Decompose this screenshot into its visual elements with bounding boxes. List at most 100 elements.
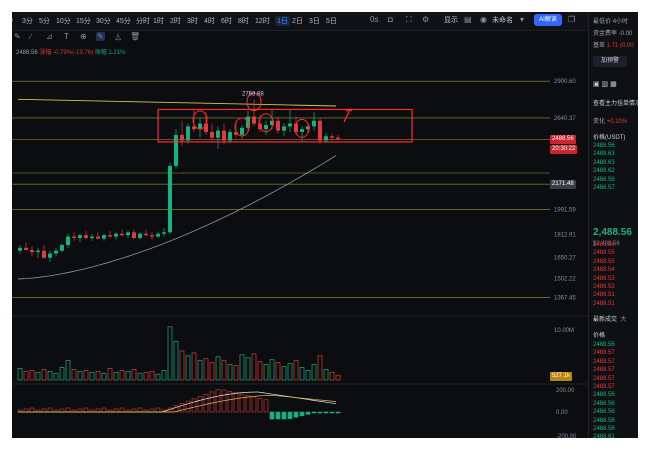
candle-body [120,233,124,236]
ask-price: 2488.63 [593,159,615,166]
macd-histogram-bar [299,411,305,417]
volume-bar [191,352,197,381]
macd-histogram-bar [311,411,317,414]
trade-price: 2488.57 [593,384,615,390]
trash-icon[interactable]: 🗑 [130,32,140,41]
timeframe-4[interactable]: 30分 [96,16,111,26]
trades-tab-latest[interactable]: 最新成交 [593,317,617,323]
timeframe-7[interactable]: 1时 [153,16,164,26]
window-icon[interactable]: ❒ [568,15,575,24]
volume-bar [143,371,149,381]
volume-bar [329,371,335,381]
display-menu[interactable]: 显示 [444,15,458,25]
candle-body [336,137,340,140]
macd-axis-label: -200.00 [556,434,577,438]
ask-price: 2488.56 [593,143,615,149]
candle-body [240,127,244,135]
volume-bar [299,367,305,381]
add-alert-button[interactable]: 加预警 [593,56,627,67]
ask-price: 2488.63 [593,151,615,158]
price-axis-label: 2900.60 [554,79,576,85]
measure-icon[interactable]: ⊕ [80,32,87,41]
macd-histogram-bar [131,408,137,413]
volume-bar [77,370,83,381]
timeframe-15[interactable]: 2日 [292,16,303,26]
layout-name[interactable]: 未命名 [492,15,513,25]
camera-icon[interactable]: ◘ [388,15,393,24]
ruler-icon[interactable]: ⊿ [46,32,53,41]
orderbook-title[interactable]: 查看主力挂单情况 [593,98,638,107]
info-amplitude: 振幅 1.21% [94,50,126,56]
bid-price: 2488.56 [593,242,615,248]
trade-price: 2488.61 [593,434,615,438]
candlestick-chart[interactable]: 2900.60 2640.37 2171.48 1991.59 1812.91 1650.… [12,60,588,438]
view-icon[interactable]: ◉ [480,15,487,24]
bid-price: 2488.51 [593,300,615,307]
chevron-down-icon[interactable]: ▾ [520,15,524,24]
candle-body [156,233,160,237]
volume-bar [113,371,119,381]
candle-body [180,134,184,141]
candle-body [84,235,88,238]
timeframe-8[interactable]: 2时 [170,16,181,26]
candle-body [168,165,172,233]
volume-bar [305,369,311,381]
candle-body [150,235,154,237]
macd-histogram-bar [305,411,311,415]
candle-body [18,247,22,251]
candle-body [216,130,220,138]
price-axis-label: 1812.91 [554,233,576,239]
timeframe-6[interactable]: 分时 [136,16,150,26]
macd-histogram-bar [197,396,203,413]
bid-price: 2488.53 [593,275,615,282]
macd-dif-line [18,391,337,413]
timeframe-0[interactable]: 3分 [22,16,33,26]
timeframe-1[interactable]: 5分 [39,16,50,26]
ask-price: 2488.57 [593,185,615,191]
candle-body [102,235,106,239]
info-change: 涨幅 -0.79% [39,50,73,56]
text-tool-icon[interactable]: T [64,32,69,41]
trade-price: 2488.56 [593,342,615,348]
volume-bar [317,355,323,381]
macd-histogram-bar [209,391,215,413]
candle-body [186,126,190,141]
timeframe-11[interactable]: 6时 [221,16,232,26]
sidebar-tab-icons[interactable]: ▣ ▥ ▦ [593,80,617,88]
trade-price: 2488.57 [593,375,615,382]
drawing-toolbar: ✎ ∕ ⊿ T ⊕ ✎ ⏃ 🗑 [12,31,588,45]
timeframe-5[interactable]: 45分 [116,16,131,26]
candle-body [162,232,166,234]
pencil-icon[interactable]: ✎ [14,32,21,41]
fullscreen-icon[interactable]: ⛶ [406,15,412,25]
timeframe-2[interactable]: 10分 [56,16,71,26]
crosshair-price-tag: 2171.48 [550,180,576,190]
timeframe-17[interactable]: 5日 [326,16,337,26]
collapse-icon[interactable]: ͽ [12,15,13,24]
volume-bar [203,358,209,381]
macd-histogram-bar [119,407,125,413]
macd-histogram-bar [95,408,101,413]
timeframe-14[interactable]: 1日 [275,16,290,26]
line-tool-icon[interactable]: ∕ [30,32,31,41]
magnet-icon[interactable]: ✎ [96,32,105,41]
layout-icon[interactable]: ▤ [464,15,472,24]
candle-body [36,250,40,253]
timeframe-12[interactable]: 8时 [238,16,249,26]
timeframe-3[interactable]: 15分 [76,16,91,26]
macd-histogram-bar [65,407,71,413]
macd-histogram-bar [29,407,35,413]
macd-histogram-bar [83,407,89,413]
timeframe-16[interactable]: 3日 [309,16,320,26]
timeframe-9[interactable]: 3时 [187,16,198,26]
timeframe-13[interactable]: 12时 [255,16,270,26]
trades-tab-large[interactable]: 大 [620,317,626,323]
ai-analysis-button[interactable]: AI解读 [534,14,562,26]
volume-bar [197,360,203,381]
macd-axis-label: 0.00 [556,410,568,416]
settings-icon[interactable]: ⚙ [422,15,429,24]
candle-body [78,235,82,238]
filter-icon[interactable]: ⏃ [114,32,122,43]
trade-price: 2488.57 [593,367,615,374]
timeframe-10[interactable]: 4时 [204,16,215,26]
